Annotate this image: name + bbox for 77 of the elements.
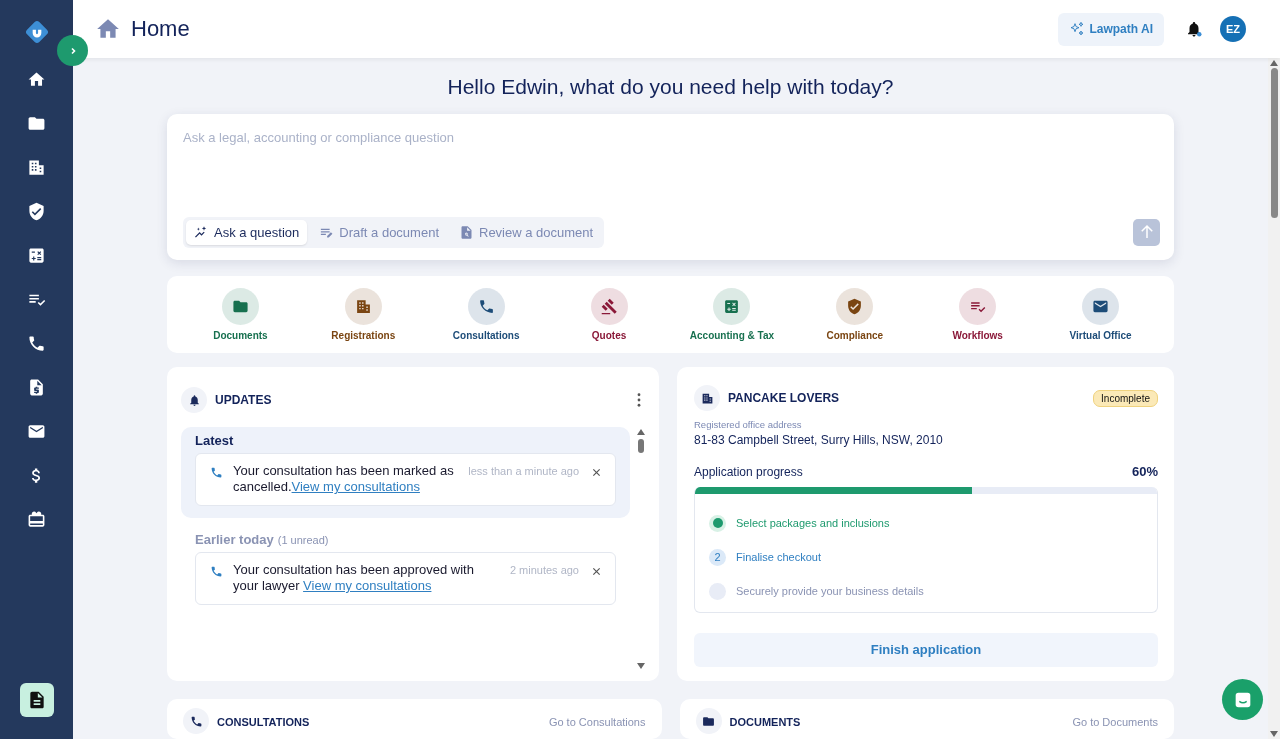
scroll-down-icon[interactable] <box>1270 731 1278 737</box>
bell-icon <box>187 393 201 407</box>
phone-icon <box>210 565 223 578</box>
step-marker: 2 <box>709 548 726 566</box>
building-icon <box>700 391 714 405</box>
document-search-icon <box>459 224 474 240</box>
shield-icon <box>27 201 46 221</box>
question-field[interactable]: Ask a legal, accounting or compliance question <box>183 126 1160 209</box>
group-label: Latest <box>195 433 234 448</box>
category-button[interactable]: Registrations <box>308 287 419 341</box>
sparkle-icon <box>194 224 209 240</box>
category-button[interactable]: Workflows <box>922 287 1033 341</box>
invoice-icon <box>27 377 46 397</box>
phone-icon <box>189 714 203 728</box>
company-name: PANCAKE LOVERS <box>728 391 840 405</box>
shield-icon <box>846 297 864 315</box>
page-title: Home <box>131 16 190 42</box>
folder-icon <box>702 714 715 728</box>
category-button[interactable]: Virtual Office <box>1045 287 1156 341</box>
calculator-icon <box>27 245 46 265</box>
scroll-up-icon[interactable] <box>1270 60 1278 66</box>
progress-value: 60% <box>1131 464 1158 479</box>
phone-icon <box>477 297 495 315</box>
close-icon <box>591 566 601 576</box>
card-title: CONSULTATIONS <box>217 716 310 728</box>
calculator-icon <box>723 297 741 315</box>
step-label: Finalise checkout <box>736 551 821 563</box>
building-icon <box>354 297 372 315</box>
step-marker <box>709 514 726 532</box>
mode-tab[interactable]: Draft a document <box>311 219 447 245</box>
step-label: Select packages and inclusions <box>736 517 890 529</box>
scroll-up-icon[interactable] <box>636 429 645 435</box>
category-button[interactable]: Compliance <box>799 287 910 341</box>
finish-button[interactable]: Finish application <box>694 632 1158 667</box>
scroll-thumb[interactable] <box>637 439 644 453</box>
step-label: Securely provide your business details <box>736 585 924 597</box>
mode-tab[interactable]: Review a document <box>451 219 602 245</box>
timestamp: less than a minute ago <box>468 465 579 477</box>
bell-icon <box>1185 20 1203 38</box>
avatar[interactable]: EZ <box>1220 16 1246 42</box>
category-button[interactable]: Quotes <box>554 287 665 341</box>
close-icon <box>591 467 601 477</box>
section-link[interactable]: Go to Consultations <box>548 716 646 728</box>
card-title: DOCUMENTS <box>729 716 801 728</box>
group-label: Earlier today <box>195 532 274 547</box>
document-button[interactable] <box>19 683 54 717</box>
category-button[interactable]: Documents <box>185 287 296 341</box>
scrollbar[interactable] <box>636 427 645 671</box>
question-box[interactable]: Ask a legal, accounting or compliance question Ask a question Draft a document Review a document <box>167 114 1174 260</box>
phone-icon <box>27 333 46 353</box>
scroll-thumb[interactable] <box>1270 68 1278 218</box>
category-button[interactable]: Consultations <box>431 287 542 341</box>
home-icon <box>27 69 46 89</box>
ai-button[interactable]: Lawpath AI <box>1058 12 1164 46</box>
notification-text: Your consultation has been marked as cancelled.View my consultations <box>233 463 455 495</box>
notification-text: Your consultation has been approved with your lawyer View my consultations <box>233 562 475 594</box>
consultations-link[interactable]: View my consultations <box>303 578 432 593</box>
section-link[interactable]: Go to Documents <box>1072 716 1158 728</box>
mode-tab[interactable]: Ask a question <box>186 219 308 245</box>
timestamp: 2 minutes ago <box>509 564 579 576</box>
consultations-link[interactable]: View my consultations <box>291 479 420 494</box>
category-button[interactable]: Accounting & Tax <box>676 287 787 341</box>
unread-count: (1 unread) <box>277 534 329 546</box>
sparkle-icon <box>1069 21 1086 37</box>
greeting: Hello Edwin, what do you need help with today? <box>447 75 894 99</box>
building-icon <box>27 157 46 177</box>
address: 81-83 Campbell Street, Surry Hills, NSW, 2010 <box>694 433 944 447</box>
phone-icon <box>210 466 223 479</box>
gavel-icon <box>600 297 618 315</box>
progress-label: Application progress <box>694 464 803 479</box>
gift-icon <box>27 509 46 529</box>
status-badge: Incomplete <box>1093 389 1158 407</box>
page-scrollbar[interactable] <box>1268 58 1280 739</box>
scroll-down-icon[interactable] <box>636 663 645 669</box>
card-title: UPDATES <box>215 393 272 407</box>
address-label: Registered office address <box>694 419 803 430</box>
more-icon <box>637 393 641 407</box>
